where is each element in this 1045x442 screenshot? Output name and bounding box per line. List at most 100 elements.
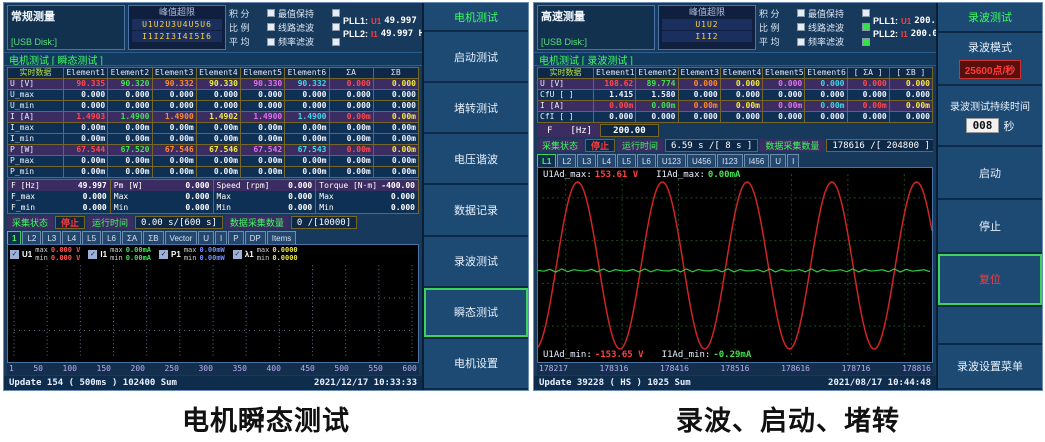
tab-I[interactable]: I: [787, 154, 799, 167]
tab-I456[interactable]: I456: [744, 154, 770, 167]
mode-toggles: 积 分比 例平 均: [759, 5, 805, 50]
menu-item-5[interactable]: 录波测试: [424, 237, 528, 288]
tab-Vector[interactable]: Vector: [165, 231, 198, 244]
checkbox[interactable]: [862, 9, 870, 17]
menu-item-0[interactable]: 电机测试: [424, 3, 528, 32]
checkbox-icon[interactable]: ✓: [233, 250, 242, 259]
value-cell: 0.00m: [330, 123, 374, 133]
tab-U456[interactable]: U456: [687, 154, 716, 167]
x-tick-label: 178516: [721, 364, 750, 374]
x-tick-label: 178217: [539, 364, 568, 374]
menu-item-6[interactable]: 瞬态测试: [424, 288, 528, 339]
menu-item-4[interactable]: 数据记录: [424, 185, 528, 236]
tab-L6[interactable]: L6: [102, 231, 121, 244]
checkbox-icon[interactable]: ✓: [159, 250, 168, 259]
trend-plot-area: ✓U1max0.000 Vmin0.000 V✓I1max0.00mAmin0.…: [7, 244, 419, 363]
record-duration-input[interactable]: 008: [966, 118, 1000, 133]
checkbox[interactable]: [862, 23, 870, 31]
checkbox[interactable]: [862, 38, 870, 46]
tab-L4[interactable]: L4: [597, 154, 616, 167]
checkbox[interactable]: [267, 9, 275, 17]
tab-I123[interactable]: I123: [717, 154, 743, 167]
tab-P[interactable]: P: [228, 231, 243, 244]
menu-item-stop[interactable]: 停止: [938, 200, 1042, 253]
menu-item-record-settings[interactable]: 录波设置菜单: [938, 345, 1042, 391]
tab-L5[interactable]: L5: [617, 154, 636, 167]
checkbox[interactable]: [797, 9, 805, 17]
checkbox[interactable]: [797, 23, 805, 31]
menu-item-2[interactable]: 堵转测试: [424, 83, 528, 134]
x-tick-label: 400: [266, 364, 280, 374]
checkbox[interactable]: [797, 38, 805, 46]
status-item: 6.59 s /[ 8 s ]: [665, 139, 758, 152]
checkbox[interactable]: [332, 38, 340, 46]
screen-title: 高速测量: [541, 8, 651, 24]
value-cell: 67.544: [64, 145, 108, 155]
tab-L2[interactable]: L2: [557, 154, 576, 167]
tab-U123[interactable]: U123: [657, 154, 686, 167]
checkbox[interactable]: [267, 38, 275, 46]
value-cell: 0.00m: [197, 134, 241, 144]
tab-L3[interactable]: L3: [42, 231, 61, 244]
datetime: 2021/12/17 10:33:33: [314, 378, 417, 388]
value-cell: 0.00m: [153, 123, 197, 133]
row-label: U_min: [8, 101, 64, 111]
menu-item-1[interactable]: 启动测试: [424, 32, 528, 83]
tab-DP[interactable]: DP: [245, 231, 266, 244]
value-cell: 0.00m: [594, 101, 636, 111]
row-label: I_max: [8, 123, 64, 133]
left-status-bar: Update 154 ( 500ms ) 102400 Sum 2021/12/…: [4, 376, 422, 390]
value-cell: 90.332: [153, 79, 197, 89]
value-cell: 0.000: [330, 90, 374, 100]
waveform-max-labels: U1Ad_max:153.61 VI1Ad_max:0.00mA: [543, 170, 740, 180]
checkbox-icon[interactable]: ✓: [10, 250, 19, 259]
menu-item-record-mode[interactable]: 录波模式 25600点/秒: [938, 33, 1042, 86]
tab-I[interactable]: I: [215, 231, 227, 244]
table-row: I [A]0.00m0.00m0.00m0.00m0.00m0.00m0.00m…: [538, 101, 932, 112]
tab-1[interactable]: 1: [7, 231, 21, 244]
right-instrument-screen: 高速测量 [USB Disk:] 峰值超限 U1U2 I1I2 积 分比 例平 …: [533, 2, 1043, 391]
measure-row: Pm [W]0.000: [111, 180, 213, 191]
value-cell: 0.000: [197, 90, 241, 100]
value-cell: 0.000: [805, 90, 847, 100]
value-cell: 0.00m: [330, 112, 374, 122]
tab-U[interactable]: U: [770, 154, 786, 167]
checkbox[interactable]: [267, 23, 275, 31]
pll-source: I1: [901, 30, 908, 39]
value-cell: 0.000: [285, 90, 329, 100]
tab-L1[interactable]: L1: [537, 154, 556, 167]
tab-L3[interactable]: L3: [577, 154, 596, 167]
menu-item-7[interactable]: 电机设置: [424, 339, 528, 390]
status-item: 运行时间: [87, 216, 133, 229]
checkbox[interactable]: [332, 9, 340, 17]
x-tick-label: 450: [300, 364, 314, 374]
tab-U[interactable]: U: [198, 231, 214, 244]
status-item: 采集状态: [537, 139, 583, 152]
tab-L5[interactable]: L5: [82, 231, 101, 244]
value-cell: 0.00m: [64, 123, 108, 133]
tab-L4[interactable]: L4: [62, 231, 81, 244]
menu-item-reset[interactable]: 复位: [938, 254, 1042, 307]
value-cell: 0.000: [330, 79, 374, 89]
value-cell: 0.00m: [330, 145, 374, 155]
tab-ΣA[interactable]: ΣA: [122, 231, 142, 244]
menu-item-start[interactable]: 启动: [938, 147, 1042, 200]
tab-Items[interactable]: Items: [267, 231, 297, 244]
checkbox[interactable]: [332, 23, 340, 31]
value-cell: 67.543: [285, 145, 329, 155]
value-cell: 90.332: [285, 79, 329, 89]
menu-item-3[interactable]: 电压谐波: [424, 134, 528, 185]
tab-ΣB[interactable]: ΣB: [143, 231, 163, 244]
tab-L6[interactable]: L6: [637, 154, 656, 167]
x-tick-label: 50: [33, 364, 43, 374]
x-tick-label: 350: [232, 364, 246, 374]
tab-L2[interactable]: L2: [22, 231, 41, 244]
column-header: ΣA: [330, 68, 374, 78]
caption-right: 录波、启动、堵转: [533, 399, 1043, 438]
checkbox-icon[interactable]: ✓: [88, 250, 97, 259]
value-cell: 0.00m: [64, 167, 108, 177]
menu-item-record-duration[interactable]: 录波测试持续时间 008 秒: [938, 86, 1042, 147]
measure-row: F_min0.000: [8, 202, 110, 213]
value-cell: 0.000: [153, 90, 197, 100]
channel-tab-bar: 1L2L3L4L5L6ΣAΣBVectorUIPDPItems: [7, 231, 419, 244]
